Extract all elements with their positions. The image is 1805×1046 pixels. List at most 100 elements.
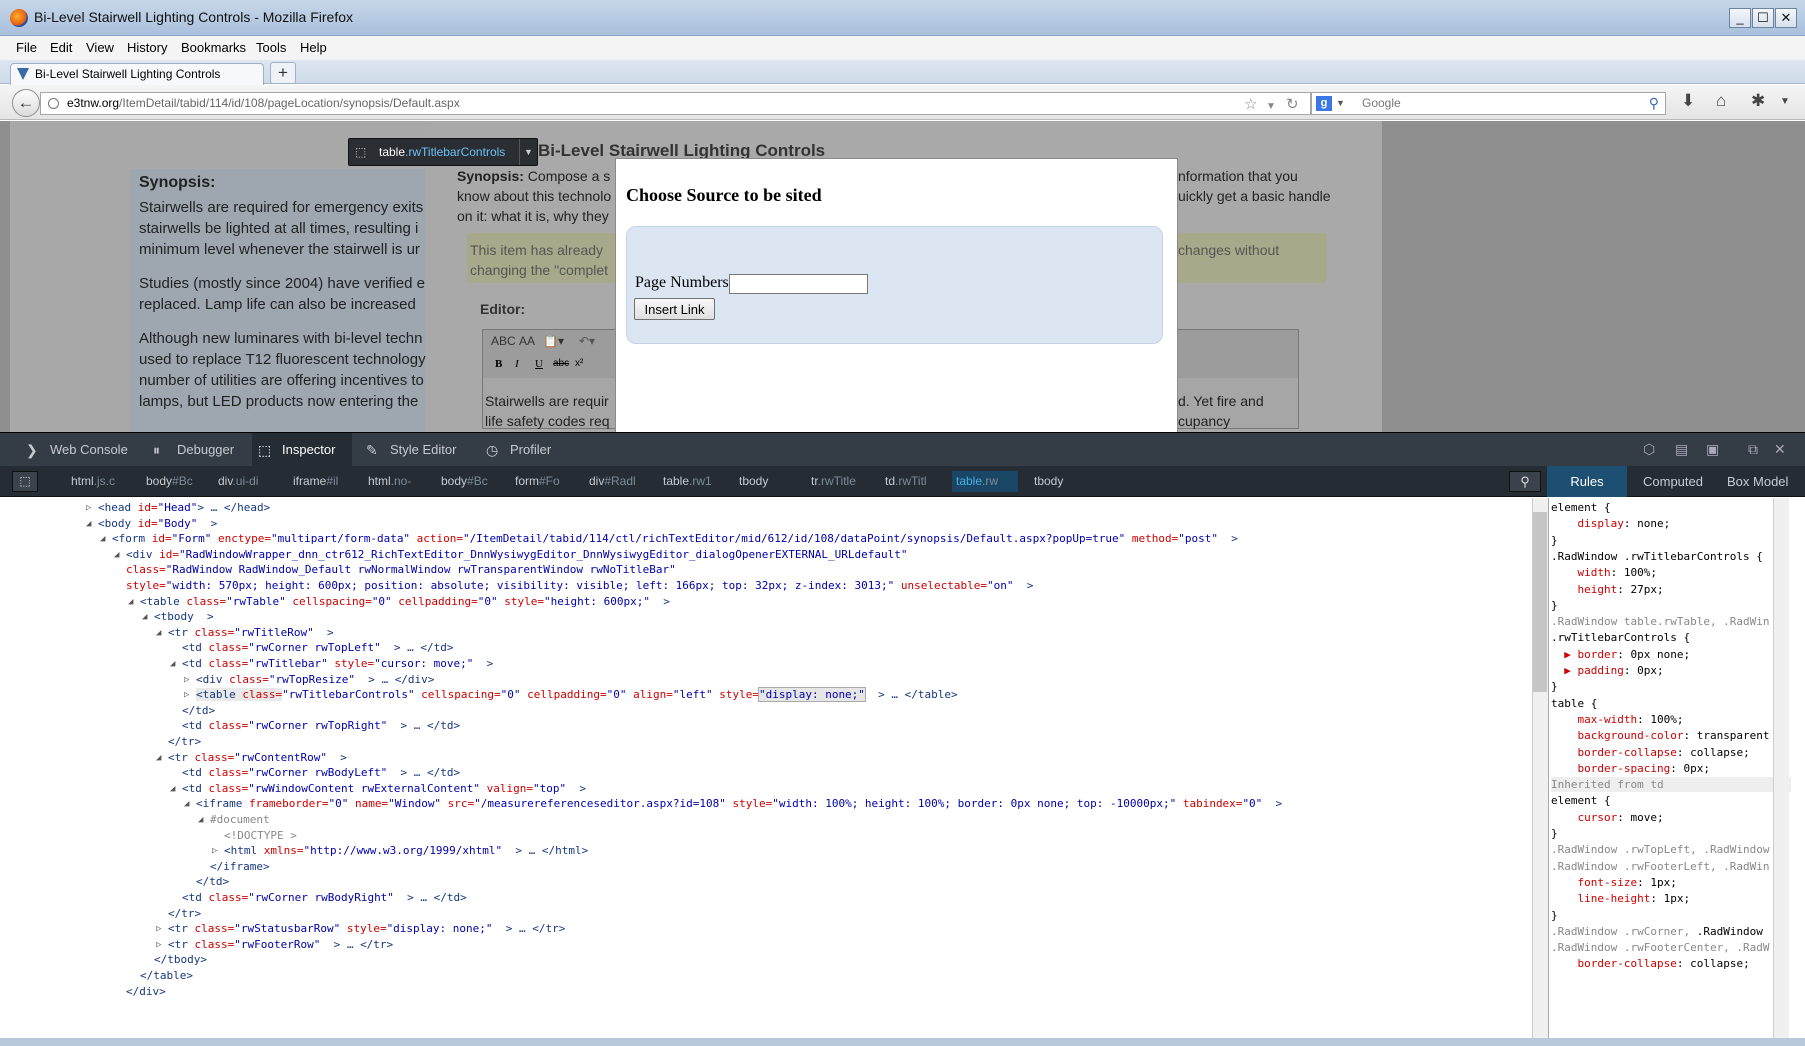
rule-line[interactable]: .RadWindow table.rwTable, .RadWin — [1551, 614, 1770, 629]
reload-icon[interactable]: ↻ — [1286, 94, 1299, 115]
markup-node[interactable]: </iframe> — [210, 859, 270, 874]
markup-node[interactable]: <td class="rwCorner rwBodyLeft" > … </td… — [182, 765, 460, 780]
markup-node[interactable]: <tbody > — [154, 609, 214, 624]
markup-node[interactable]: <div id="RadWindowWrapper_dnn_ctr612_Ric… — [126, 547, 907, 562]
node-picker-button[interactable]: ⬚ — [12, 471, 38, 492]
close-devtools-icon[interactable]: ✕ — [1774, 441, 1786, 458]
rule-line[interactable]: width: 100%; — [1551, 565, 1656, 580]
rule-line[interactable]: .rwTitlebarControls { — [1551, 630, 1690, 645]
dock-toggle-icon[interactable]: ⧉ — [1748, 441, 1758, 458]
tab-style-editor[interactable]: ✎ Style Editor — [360, 433, 470, 467]
markup-search-icon[interactable]: ⚲ — [1509, 471, 1541, 492]
markup-node[interactable]: <td class="rwTitlebar" style="cursor: mo… — [182, 656, 493, 671]
breadcrumb-item[interactable]: div.ui-di — [214, 471, 270, 492]
minimize-button[interactable]: _ — [1729, 8, 1751, 28]
expand-twisty-icon[interactable]: ◢ — [184, 799, 189, 809]
download-icon[interactable]: ⬇ — [1681, 91, 1695, 111]
tab-box-model[interactable]: Box Model — [1717, 466, 1798, 497]
expand-twisty-icon[interactable]: ▷ — [86, 503, 91, 513]
menu-bookmarks[interactable]: Bookmarks — [175, 36, 252, 60]
new-tab-button[interactable]: + — [270, 62, 296, 84]
expand-twisty-icon[interactable]: ◢ — [170, 784, 175, 794]
markup-node[interactable]: </td> — [196, 874, 229, 889]
menu-history[interactable]: History — [121, 36, 173, 60]
undo-icon[interactable]: ↶▾ — [579, 334, 595, 348]
rule-line[interactable]: } — [1551, 533, 1558, 548]
tab-web-console[interactable]: ❯ Web Console — [20, 433, 146, 467]
tab-rules[interactable]: Rules — [1547, 466, 1627, 497]
markup-node[interactable]: #document — [210, 812, 270, 827]
3d-view-icon[interactable]: ⬡ — [1643, 441, 1655, 458]
italic-icon[interactable]: I — [515, 358, 519, 370]
breadcrumb-item[interactable]: tbody — [1030, 471, 1080, 492]
bold-icon[interactable]: B — [495, 358, 502, 370]
rule-line[interactable]: element { — [1551, 793, 1611, 808]
rule-line[interactable]: display: none; — [1551, 516, 1670, 531]
expand-twisty-icon[interactable]: ◢ — [156, 628, 161, 638]
markup-node[interactable]: <td class="rwWindowContent rwExternalCon… — [182, 781, 586, 796]
insert-link-button[interactable]: Insert Link — [634, 298, 715, 320]
markup-node[interactable]: <iframe frameborder="0" name="Window" sr… — [196, 796, 1282, 811]
expand-twisty-icon[interactable]: ▷ — [212, 846, 217, 856]
rule-line[interactable]: border-spacing: 0px; — [1551, 761, 1709, 776]
bookmark-star-icon[interactable]: ☆ — [1244, 94, 1257, 115]
rule-line[interactable]: border-collapse: collapse; — [1551, 956, 1749, 971]
rule-line[interactable]: .RadWindow .rwFooterLeft, .RadWin — [1551, 859, 1770, 874]
dropdown-icon[interactable]: ▼ — [1266, 96, 1276, 117]
url-bar[interactable]: e3tnw.org/ItemDetail/tabid/114/id/108/pa… — [40, 92, 1311, 115]
markup-node[interactable]: <td class="rwCorner rwTopRight" > … </td… — [182, 718, 460, 733]
markup-scrollbar-thumb[interactable] — [1533, 512, 1547, 692]
rule-line[interactable]: .RadWindow .rwTitlebarControls { — [1551, 549, 1763, 564]
tab-active[interactable]: Bi-Level Stairwell Lighting Controls — [10, 63, 264, 85]
rule-line[interactable]: cursor: move; — [1551, 810, 1663, 825]
rule-line[interactable]: background-color: transparent — [1551, 728, 1769, 743]
markup-node[interactable]: </tbody> — [154, 952, 207, 967]
markup-node[interactable]: <form id="Form" enctype="multipart/form-… — [112, 531, 1238, 546]
breadcrumb-item[interactable]: form#Fo — [511, 471, 566, 492]
markup-node[interactable]: <body id="Body" > — [98, 516, 217, 531]
rule-line[interactable]: height: 27px; — [1551, 582, 1663, 597]
expand-twisty-icon[interactable]: ◢ — [100, 534, 105, 544]
maximize-button[interactable]: ☐ — [1752, 8, 1774, 28]
rule-line[interactable]: ▶ border: 0px none; — [1551, 647, 1690, 662]
page-numbers-input[interactable] — [729, 274, 868, 294]
strike-icon[interactable]: abc — [553, 358, 569, 369]
expand-twisty-icon[interactable]: ▷ — [184, 675, 189, 685]
rule-line[interactable]: table { — [1551, 696, 1597, 711]
breadcrumb-item[interactable]: div#Radl — [585, 471, 641, 492]
rule-line[interactable]: max-width: 100%; — [1551, 712, 1683, 727]
find-icon[interactable]: AA — [519, 334, 535, 348]
expand-twisty-icon[interactable]: ▷ — [156, 924, 161, 934]
back-button[interactable]: ← — [12, 89, 40, 117]
markup-node[interactable]: </tr> — [168, 906, 201, 921]
tab-debugger[interactable]: ⏸ Debugger — [147, 433, 259, 467]
engine-dropdown-icon[interactable]: ▼ — [1336, 93, 1345, 114]
expand-twisty-icon[interactable]: ◢ — [114, 550, 119, 560]
paste-icon[interactable]: 📋▾ — [543, 334, 564, 348]
markup-node[interactable]: </div> — [126, 984, 166, 999]
rule-line[interactable]: } — [1551, 826, 1558, 841]
breadcrumb-item[interactable]: body#Bc — [437, 471, 492, 492]
markup-node[interactable]: <tr class="rwContentRow" > — [168, 750, 347, 765]
markup-node[interactable]: <tr class="rwStatusbarRow" style="displa… — [168, 921, 565, 936]
markup-node[interactable]: <td class="rwCorner rwTopLeft" > … </td> — [182, 640, 454, 655]
markup-node[interactable]: class="RadWindow RadWindow_Default rwNor… — [126, 562, 676, 577]
markup-node[interactable]: </tr> — [168, 734, 201, 749]
expand-twisty-icon[interactable]: ▷ — [184, 690, 189, 700]
markup-node[interactable]: <table class="rwTitlebarControls" cellsp… — [196, 687, 958, 703]
markup-node[interactable]: <html xmlns="http://www.w3.org/1999/xhtm… — [224, 843, 588, 858]
rule-line[interactable]: line-height: 1px; — [1551, 891, 1690, 906]
rule-line[interactable]: .RadWindow .rwTopLeft, .RadWindow — [1551, 842, 1770, 857]
scratchpad-icon[interactable]: ▤ — [1675, 441, 1688, 458]
rule-line[interactable]: border-collapse: collapse; — [1551, 745, 1749, 760]
addon-icon[interactable]: ✱ — [1751, 91, 1765, 111]
markup-node[interactable]: <tr class="rwTitleRow" > — [168, 625, 334, 640]
markup-node[interactable]: </table> — [140, 968, 193, 983]
rule-line[interactable]: ▶ padding: 0px; — [1551, 663, 1663, 678]
rule-line[interactable]: } — [1551, 908, 1558, 923]
breadcrumb-item[interactable]: tbody — [735, 471, 785, 492]
search-icon[interactable]: ⚲ — [1649, 93, 1659, 114]
breadcrumb-item[interactable]: table.rw1 — [659, 471, 715, 492]
markup-node[interactable]: <head id="Head"> … </head> — [98, 500, 270, 515]
markup-node[interactable]: <!DOCTYPE > — [224, 828, 297, 843]
